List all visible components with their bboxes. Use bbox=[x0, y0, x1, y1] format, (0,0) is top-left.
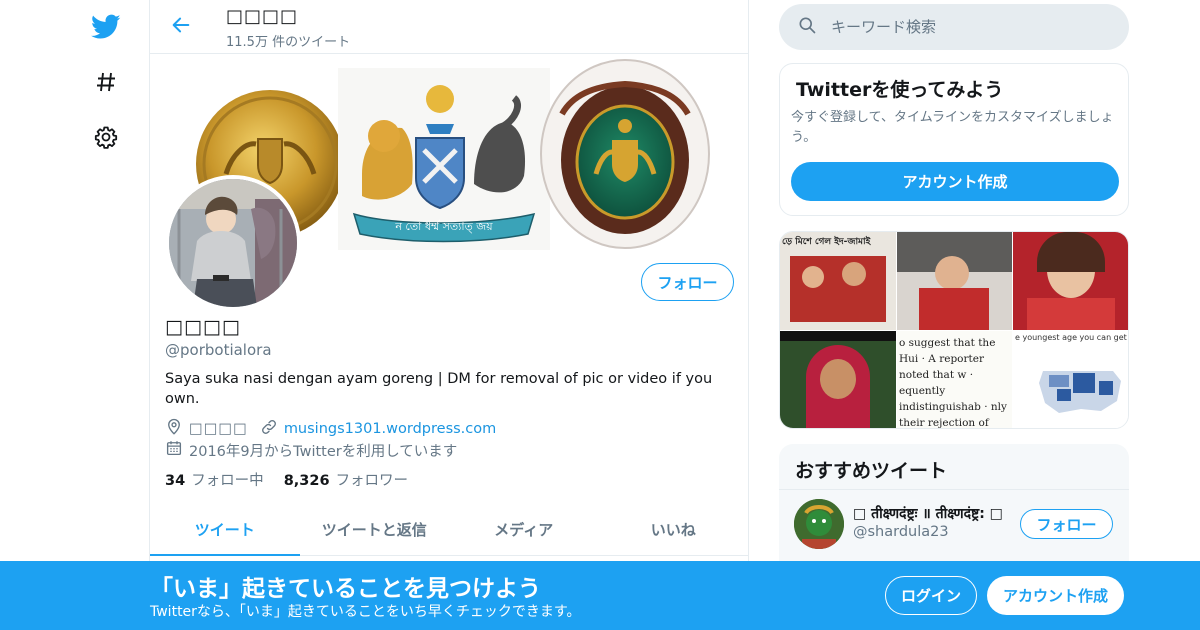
bottom-create-account-button[interactable]: アカウント作成 bbox=[987, 576, 1124, 615]
header-profile-name: □□□□ bbox=[226, 6, 299, 27]
profile-header-bar: □□□□ 11.5万 件のツイート bbox=[150, 0, 748, 54]
create-account-button[interactable]: アカウント作成 bbox=[791, 162, 1119, 201]
recommended-user-avatar[interactable] bbox=[794, 499, 844, 549]
signup-card-title: Twitterを使ってみよう bbox=[796, 79, 1004, 101]
us-map-graphic bbox=[1039, 371, 1121, 413]
header-tweet-count: 11.5万 件のツイート bbox=[226, 35, 351, 50]
followers-count: 8,326 bbox=[283, 473, 330, 489]
media-thumbnail-2[interactable] bbox=[897, 232, 1012, 330]
deity-avatar-image bbox=[794, 499, 844, 549]
arrow-left-icon bbox=[170, 14, 192, 40]
search-box bbox=[779, 4, 1129, 50]
left-navigation bbox=[78, 0, 134, 630]
profile-column: □□□□ 11.5万 件のツイート ন তো ধর্ম্ম সত্যাত্ জয… bbox=[149, 0, 749, 630]
following-stat[interactable]: 34 フォロー中 bbox=[165, 469, 264, 490]
profile-name: □□□□ bbox=[165, 316, 241, 338]
calendar-icon bbox=[165, 439, 189, 461]
bottom-bar-title: 「いま」起きていることを見つけよう bbox=[150, 576, 541, 602]
profile-location: □□□□ bbox=[189, 421, 248, 437]
avatar-illustration bbox=[169, 179, 297, 307]
location-pin-icon bbox=[165, 418, 189, 440]
following-label: フォロー中 bbox=[191, 473, 264, 489]
followers-stat[interactable]: 8,326 フォロワー bbox=[284, 469, 408, 490]
recommended-user-handle: @shardula23 bbox=[853, 524, 949, 540]
media-thumbnail-6[interactable]: e youngest age you can get married by st… bbox=[1013, 331, 1128, 428]
tab-tweets-and-replies[interactable]: ツイートと返信 bbox=[300, 503, 450, 555]
profile-bio: Saya suka nasi dengan ayam goreng | DM f… bbox=[165, 371, 713, 407]
recommended-follow-button[interactable]: フォロー bbox=[1020, 509, 1113, 539]
explore-button[interactable] bbox=[78, 60, 134, 104]
profile-meta-joined: 2016年9月からTwitterを利用しています bbox=[165, 439, 457, 461]
media-thumbnail-3[interactable] bbox=[1013, 232, 1128, 330]
media-thumbnail-1[interactable]: ড়ে মিশে গেল ইদ-জামাই bbox=[780, 232, 896, 330]
search-input[interactable] bbox=[831, 18, 1111, 36]
recommended-tweets-card: おすすめツイート □ तीक्ष्णदंष्ट्रः ॥ तीक्ष्णदंष्… bbox=[779, 444, 1129, 574]
link-icon bbox=[260, 418, 284, 440]
signup-card-description: 今すぐ登録して、タイムラインをカスタマイズしましょう。 bbox=[791, 110, 1114, 145]
media-thumbnail-1-headline: ড়ে মিশে গেল ইদ-জামাই bbox=[782, 237, 871, 247]
bottom-bar-subtitle: Twitterなら、「いま」起きていることをいち早くチェックできます。 bbox=[150, 604, 581, 620]
login-button[interactable]: ログイン bbox=[885, 576, 977, 615]
media-thumbnail-5-quote: o suggest that the Hui · A reporter note… bbox=[899, 337, 1007, 429]
profile-joined-date: 2016年9月からTwitterを利用しています bbox=[189, 443, 458, 460]
tab-likes[interactable]: いいね bbox=[599, 503, 749, 555]
tab-tweets[interactable]: ツイート bbox=[150, 503, 300, 556]
settings-button[interactable] bbox=[78, 115, 134, 159]
profile-stats: 34 フォロー中 8,326 フォロワー bbox=[165, 469, 428, 490]
recommended-title: おすすめツイート bbox=[795, 460, 948, 482]
recommended-user-name[interactable]: □ तीक्ष्णदंष्ट्रः ॥ तीक्ष्णदंष्ट्र: □ bbox=[853, 504, 1003, 523]
signup-card: Twitterを使ってみよう 今すぐ登録して、タイムラインをカスタマイズしましょ… bbox=[779, 63, 1129, 216]
twitter-home-button[interactable] bbox=[78, 5, 134, 49]
gear-icon bbox=[94, 125, 118, 149]
profile-website-link[interactable]: musings1301.wordpress.com bbox=[284, 421, 496, 437]
hashtag-icon bbox=[94, 70, 118, 94]
profile-meta-location-website: □□□□ musings1301.wordpress.com bbox=[165, 418, 496, 440]
profile-handle: @porbotialora bbox=[165, 341, 272, 359]
back-button[interactable] bbox=[164, 12, 198, 42]
media-thumbnail-4[interactable] bbox=[780, 331, 896, 428]
media-thumbnail-5[interactable]: o suggest that the Hui · A reporter note… bbox=[897, 331, 1012, 429]
profile-tabs: ツイート ツイートと返信 メディア いいね bbox=[150, 503, 748, 556]
tab-media[interactable]: メディア bbox=[449, 503, 599, 555]
follow-button[interactable]: フォロー bbox=[641, 263, 734, 301]
banner-motto-text: ন তো ধর্ম্ম সত্যাত্ জয় bbox=[394, 220, 493, 233]
search-icon bbox=[797, 15, 817, 39]
signup-bottom-bar: 「いま」起きていることを見つけよう Twitterなら、「いま」起きていることを… bbox=[0, 561, 1200, 630]
profile-avatar[interactable] bbox=[165, 175, 301, 311]
media-thumbnail-grid: ড়ে মিশে গেল ইদ-জামাই o suggest that the… bbox=[779, 231, 1129, 429]
following-count: 34 bbox=[165, 473, 186, 489]
twitter-bird-icon bbox=[91, 14, 121, 40]
recommended-divider bbox=[779, 489, 1129, 490]
followers-label: フォロワー bbox=[335, 473, 409, 489]
